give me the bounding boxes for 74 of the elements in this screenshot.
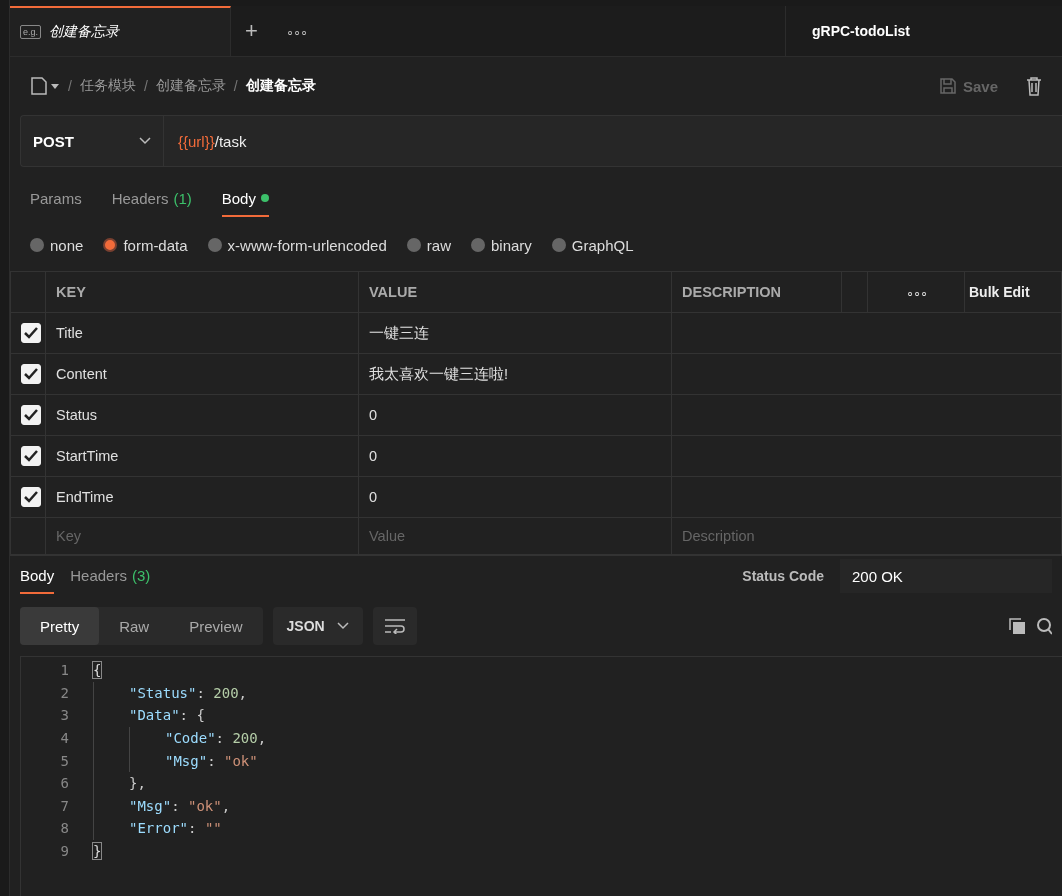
value-cell[interactable]: 0 <box>358 394 672 436</box>
view-mode-tab[interactable]: Pretty <box>20 607 100 645</box>
key-cell[interactable]: Status <box>45 394 359 436</box>
body-type-radio[interactable]: form-data <box>103 236 188 254</box>
body-type-radio[interactable]: none <box>30 236 84 254</box>
environment-selector[interactable]: gRPC-todoList <box>785 6 1062 56</box>
copy-icon <box>1008 617 1026 635</box>
key-cell[interactable]: EndTime <box>45 476 359 518</box>
line-number: 1 <box>59 662 70 679</box>
row-checkbox[interactable] <box>21 323 41 343</box>
row-checkbox[interactable] <box>21 364 41 384</box>
breadcrumb-item: 创建备忘录 <box>245 77 316 95</box>
code-line: "Msg": "ok", <box>129 797 231 814</box>
body-type-radio[interactable]: x-www-form-urlencoded <box>207 236 387 254</box>
more-button[interactable]: ∘∘∘ <box>899 283 933 301</box>
code-line: }, <box>129 775 146 792</box>
search-icon <box>1036 617 1052 635</box>
row-checkbox[interactable] <box>21 487 41 507</box>
column-header: DESCRIPTION <box>671 271 842 313</box>
tab-label: 创建备忘录 <box>49 23 119 41</box>
key-cell[interactable]: Title <box>45 312 359 354</box>
code-line: "Data": { <box>129 707 205 724</box>
row-checkbox[interactable] <box>21 446 41 466</box>
line-number: 3 <box>59 707 70 724</box>
code-line: { <box>93 662 102 679</box>
line-number: 5 <box>59 752 70 769</box>
request-badge: e.g. <box>20 25 41 39</box>
breadcrumb-separator: / <box>143 78 148 94</box>
status-value: 200 OK <box>840 559 1052 593</box>
format-dropdown[interactable]: JSON <box>272 607 363 645</box>
body-type-radio[interactable]: binary <box>470 236 532 254</box>
line-number: 8 <box>59 820 70 837</box>
breadcrumb-separator: / <box>233 78 238 94</box>
body-type-radio[interactable]: raw <box>406 236 451 254</box>
wrap-lines-icon <box>383 618 406 634</box>
view-mode-tab[interactable]: Preview <box>169 607 263 645</box>
value-cell[interactable]: 一键三连 <box>358 312 672 354</box>
code-line: "Status": 200, <box>129 684 248 701</box>
response-tab[interactable]: Headers (3) <box>70 558 151 594</box>
request-section-tab[interactable]: Headers (1) <box>111 181 192 217</box>
request-tab[interactable]: e.g. 创建备忘录 <box>10 6 231 56</box>
wrap-lines-button[interactable] <box>372 607 417 645</box>
code-line: "Code": 200, <box>165 730 267 747</box>
code-line: "Error": "" <box>129 820 222 837</box>
breadcrumb-item[interactable]: 创建备忘录 <box>155 77 226 95</box>
chevron-icon <box>336 622 349 630</box>
status-label: Status Code <box>742 568 824 584</box>
more-button[interactable]: ∘∘∘ <box>271 6 321 56</box>
column-header: KEY <box>45 271 359 313</box>
key-cell[interactable]: Content <box>45 353 359 395</box>
breadcrumb-separator: / <box>68 78 72 94</box>
line-number: 7 <box>59 797 70 814</box>
value-cell[interactable]: 0 <box>358 476 672 518</box>
line-number: 4 <box>59 730 70 747</box>
trash-icon <box>1026 76 1042 96</box>
code-line: "Msg": "ok" <box>165 752 258 769</box>
request-section-tab[interactable]: Body <box>221 181 269 217</box>
collection-icon <box>30 76 60 96</box>
code-line: } <box>93 843 102 860</box>
column-header: VALUE <box>358 271 672 313</box>
body-type-radio[interactable]: GraphQL <box>551 236 634 254</box>
save-icon <box>938 77 957 95</box>
value-cell[interactable]: 我太喜欢一键三连啦! <box>358 353 672 395</box>
view-mode-tab[interactable]: Raw <box>99 607 170 645</box>
row-checkbox[interactable] <box>21 405 41 425</box>
new-tab-button[interactable]: + <box>231 6 272 56</box>
line-number: 9 <box>59 843 70 860</box>
line-number: 6 <box>59 775 70 792</box>
response-tab[interactable]: Body <box>20 558 55 594</box>
line-number: 2 <box>59 684 70 701</box>
key-cell[interactable]: StartTime <box>45 435 359 477</box>
breadcrumb-item[interactable]: 任务模块 <box>79 77 136 95</box>
value-cell[interactable]: 0 <box>358 435 672 477</box>
request-section-tab[interactable]: Params <box>30 181 82 217</box>
